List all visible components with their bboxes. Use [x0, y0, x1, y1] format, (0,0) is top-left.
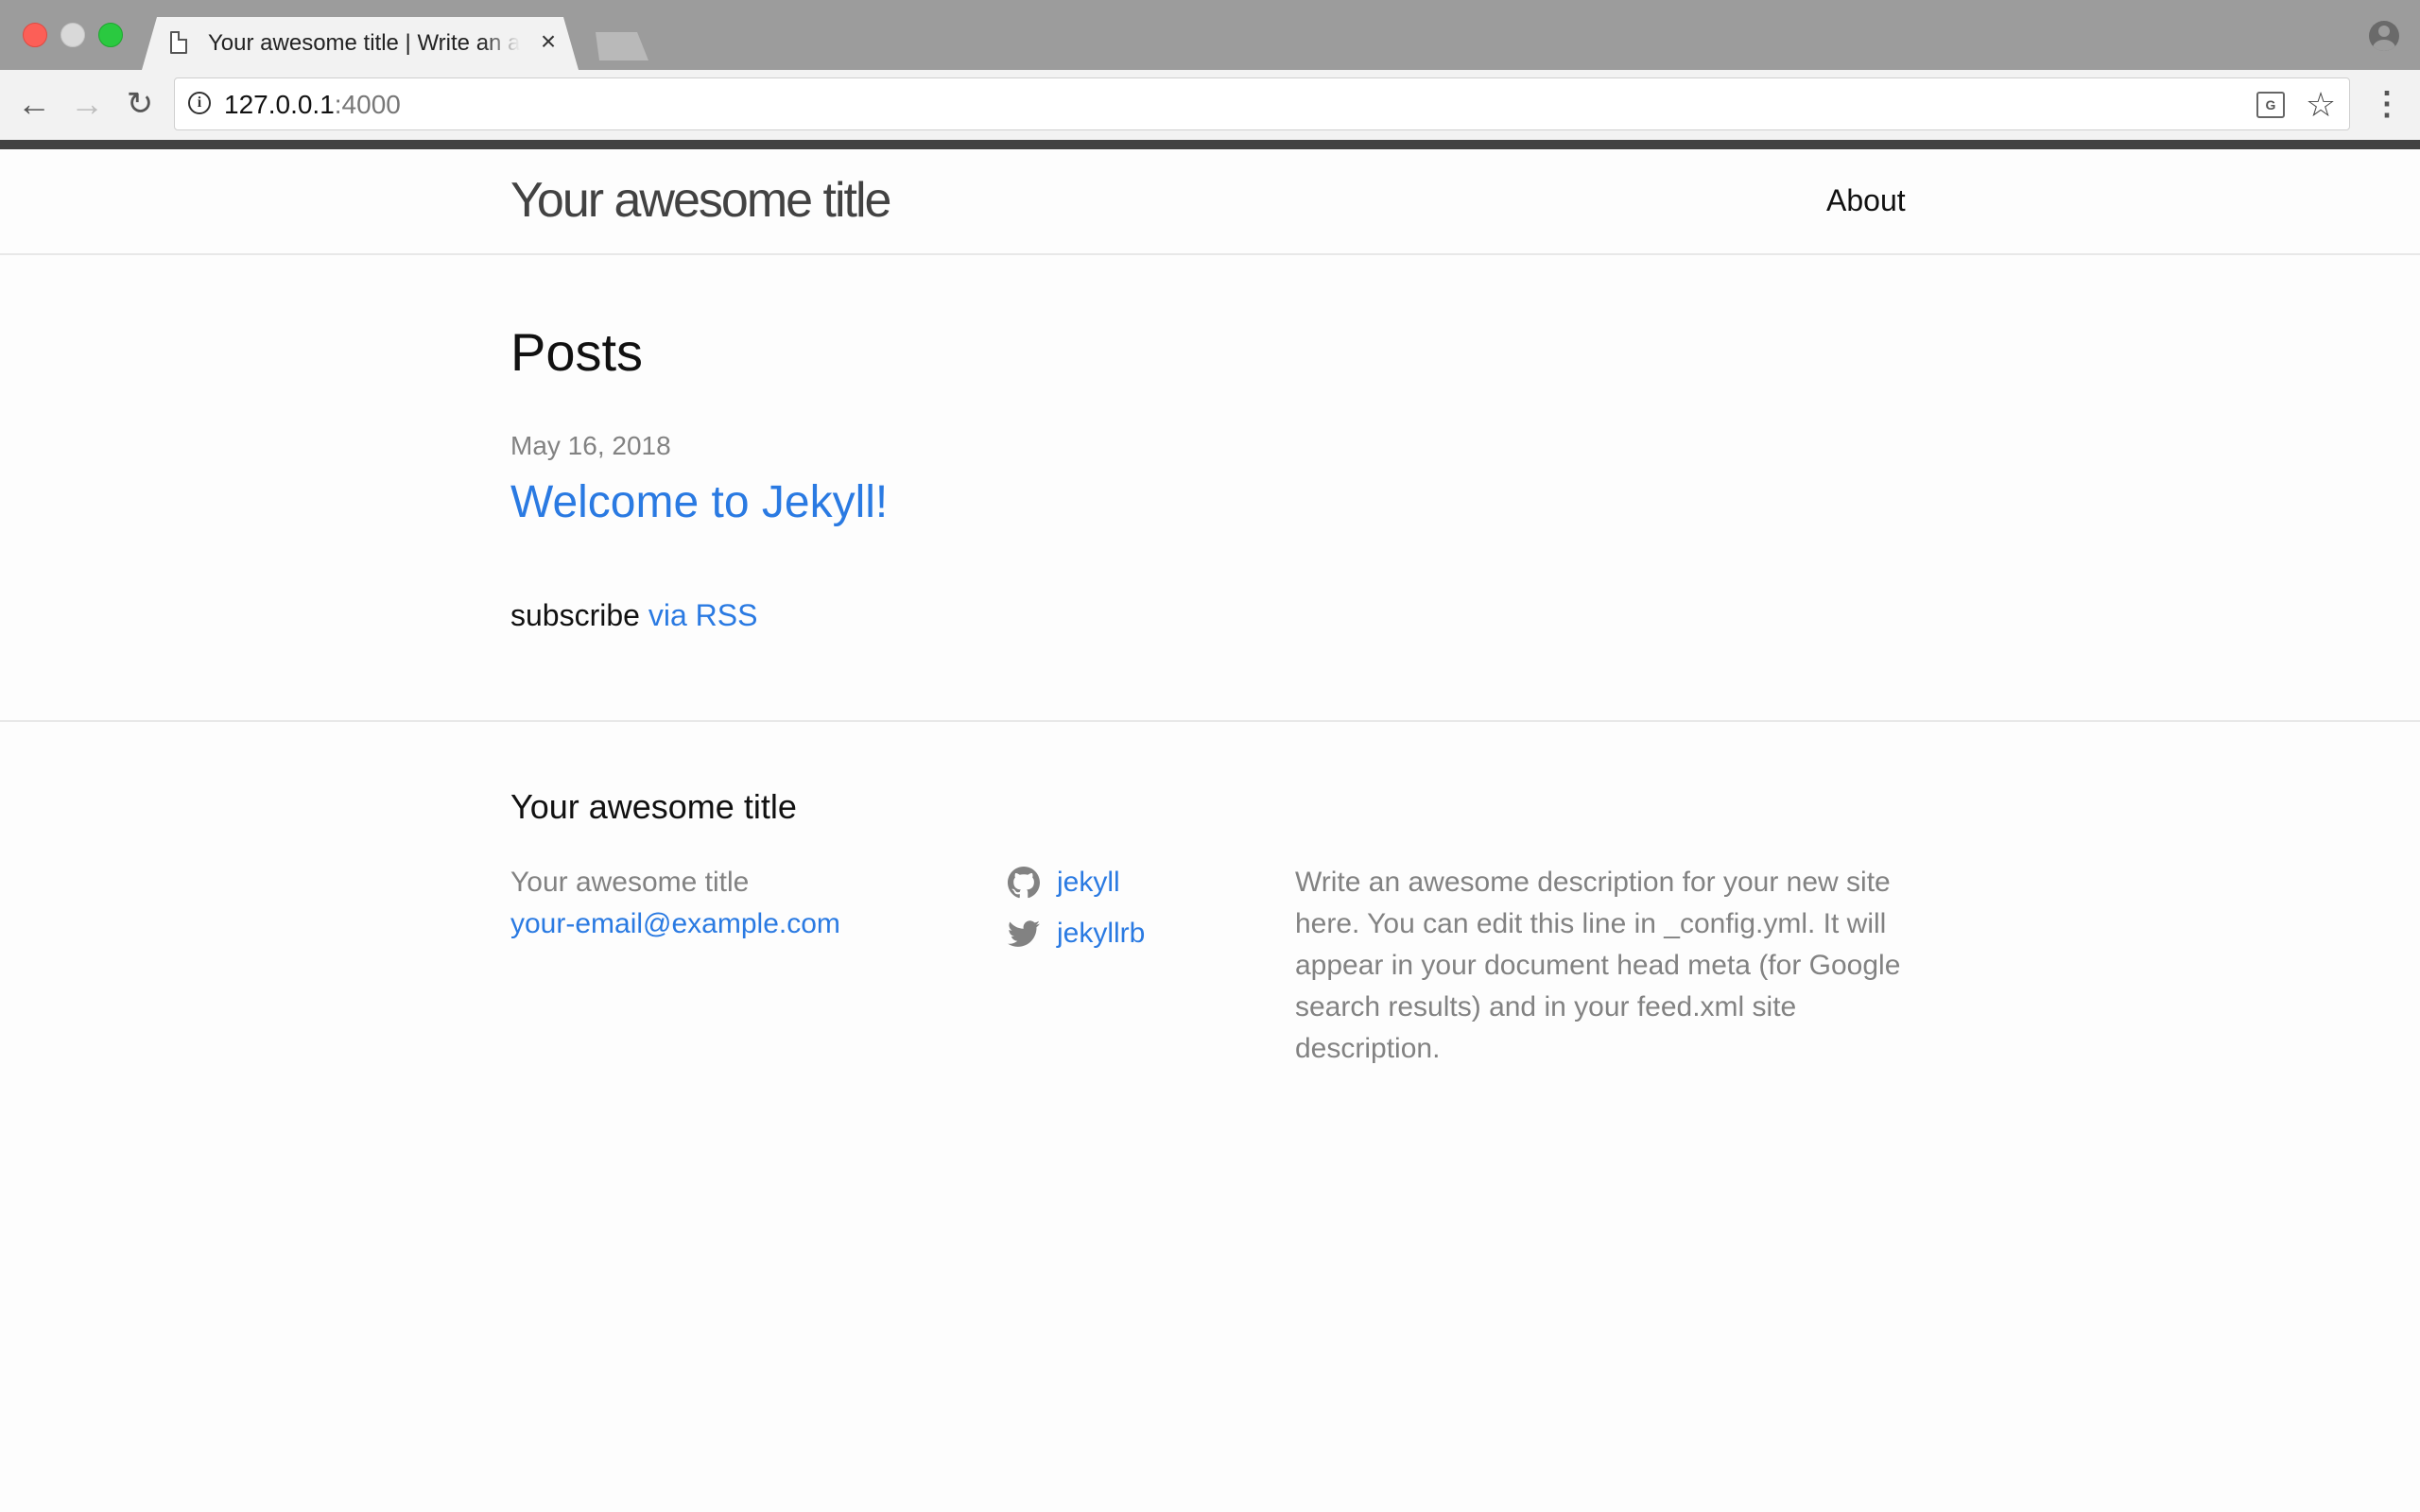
reload-icon[interactable]: ↻	[121, 85, 159, 123]
twitter-link[interactable]: jekyllrb	[1057, 913, 1145, 954]
twitter-icon	[1008, 920, 1040, 947]
subscribe-line: subscribe via RSS	[510, 595, 757, 635]
twitter-row: jekyllrb	[1008, 913, 1145, 954]
github-link[interactable]: jekyll	[1057, 862, 1120, 903]
footer-description: Write an awesome description for your ne…	[1295, 867, 1901, 1064]
profile-icon[interactable]	[2369, 21, 2399, 51]
nav-about-link[interactable]: About	[1826, 181, 1906, 219]
translate-icon[interactable]: G	[2256, 92, 2285, 118]
window-minimize-button[interactable]	[60, 23, 85, 47]
github-row: jekyll	[1008, 862, 1145, 903]
url-host: 127.0.0.1	[224, 90, 335, 119]
window-close-button[interactable]	[23, 23, 47, 47]
window-maximize-button[interactable]	[98, 23, 123, 47]
subscribe-label: subscribe	[510, 598, 640, 632]
browser-tab-active[interactable]: Your awesome title | Write an awesome de…	[142, 17, 579, 70]
browser-toolbar: ← → ↻ i 127.0.0.1:4000 G ☆ ⋮	[0, 70, 2420, 140]
post-date: May 16, 2018	[510, 431, 671, 460]
tab-title: Your awesome title | Write an awesome de…	[208, 30, 520, 56]
footer-divider	[0, 720, 2420, 722]
browser-menu-icon[interactable]: ⋮	[2371, 85, 2403, 123]
footer-email-link[interactable]: your-email@example.com	[510, 903, 840, 945]
footer-heading: Your awesome title	[510, 787, 797, 826]
github-icon	[1008, 867, 1040, 899]
footer-social: jekyll jekyllrb	[1008, 862, 1145, 964]
bookmark-star-icon[interactable]: ☆	[2304, 86, 2338, 124]
rss-link[interactable]: via RSS	[648, 598, 758, 632]
page-icon	[170, 31, 187, 54]
forward-arrow-icon[interactable]: →	[68, 85, 106, 123]
footer-name: Your awesome title	[510, 867, 750, 898]
new-tab-button[interactable]	[596, 32, 648, 60]
back-arrow-icon[interactable]: ←	[15, 85, 53, 123]
site-accent-bar	[0, 140, 2420, 149]
url-port: :4000	[334, 90, 401, 119]
browser-titlebar: Your awesome title | Write an awesome de…	[0, 0, 2420, 70]
info-icon[interactable]: i	[188, 92, 211, 114]
site-header: Your awesome title About	[0, 149, 2420, 255]
posts-heading: Posts	[510, 322, 644, 382]
site-title-link[interactable]: Your awesome title	[510, 172, 891, 229]
url-text[interactable]: 127.0.0.1:4000	[224, 90, 401, 120]
tab-close-icon[interactable]: ×	[535, 28, 562, 55]
post-title-link[interactable]: Welcome to Jekyll!	[510, 474, 888, 531]
footer-contact: Your awesome title your-email@example.co…	[510, 862, 840, 945]
address-bar[interactable]: i 127.0.0.1:4000 G ☆	[174, 77, 2350, 130]
